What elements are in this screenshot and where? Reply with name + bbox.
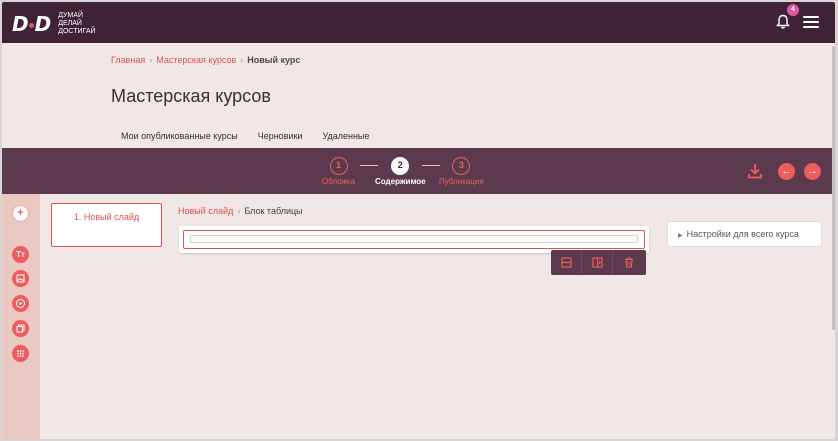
breadcrumb-home[interactable]: Главная (111, 55, 145, 65)
logo[interactable]: DD ДУМАЙ ДЕЛАЙ ДОСТИГАЙ (12, 12, 96, 36)
notification-badge: 4 (787, 4, 799, 16)
breadcrumb: Главная › Мастерская курсов › Новый курс (111, 55, 301, 65)
grid-icon[interactable] (12, 345, 29, 362)
content-breadcrumb: Новый слайд › Блок таблицы (178, 206, 303, 216)
step-connector (422, 165, 440, 166)
logo-slogan: ДУМАЙ ДЕЛАЙ ДОСТИГАЙ (58, 12, 96, 35)
breadcrumb-workshop[interactable]: Мастерская курсов (156, 55, 236, 65)
image-icon[interactable] (12, 270, 29, 287)
caret-right-icon: ▶ (678, 233, 683, 239)
video-icon[interactable] (12, 295, 29, 312)
left-toolbar: + Tт (2, 194, 40, 439)
tab-published[interactable]: Мои опубликованные курсы (111, 126, 248, 150)
download-icon[interactable] (747, 162, 763, 180)
menu-icon[interactable] (803, 16, 819, 28)
delete-icon[interactable] (613, 250, 644, 275)
stepper-bar: 1 Обложка 2 Содержимое 3 Публикация (2, 148, 835, 194)
next-button[interactable]: → (804, 163, 821, 180)
content-breadcrumb-slide[interactable]: Новый слайд (178, 206, 233, 216)
tab-deleted[interactable]: Удаленные (312, 126, 379, 150)
breadcrumb-current: Новый курс (247, 55, 301, 65)
logo-mark: DD (12, 12, 51, 36)
step-cover[interactable]: 1 Обложка (322, 157, 355, 186)
top-bar: DD ДУМАЙ ДЕЛАЙ ДОСТИГАЙ 4 (2, 2, 835, 43)
table-block[interactable] (179, 226, 649, 253)
course-settings-button[interactable]: ▶ Настройки для всего курса (667, 221, 822, 247)
add-column-icon[interactable] (582, 250, 613, 275)
page-title: Мастерская курсов (111, 86, 271, 106)
content-breadcrumb-current: Блок таблицы (244, 206, 303, 216)
step-content[interactable]: 2 Содержимое (375, 157, 426, 186)
add-icon[interactable]: + (12, 205, 29, 222)
app-frame: DD ДУМАЙ ДЕЛАЙ ДОСТИГАЙ 4 Главная › Мастер… (2, 2, 835, 439)
step-publish[interactable]: 3 Публикация (439, 157, 484, 186)
slide-item[interactable]: 1. Новый слайд (51, 203, 162, 247)
block-toolbar (551, 250, 646, 275)
course-tabs: Мои опубликованные курсы Черновики Удале… (111, 126, 379, 150)
table-block-frame (183, 230, 645, 249)
gallery-icon[interactable] (12, 320, 29, 337)
add-row-icon[interactable] (551, 250, 582, 275)
bell-icon[interactable] (776, 14, 790, 30)
tab-drafts[interactable]: Черновики (247, 126, 313, 150)
table-cell-input[interactable] (190, 235, 638, 243)
scrollbar[interactable] (832, 46, 835, 330)
prev-button[interactable]: ← (778, 163, 795, 180)
text-icon[interactable]: Tт (12, 246, 29, 263)
